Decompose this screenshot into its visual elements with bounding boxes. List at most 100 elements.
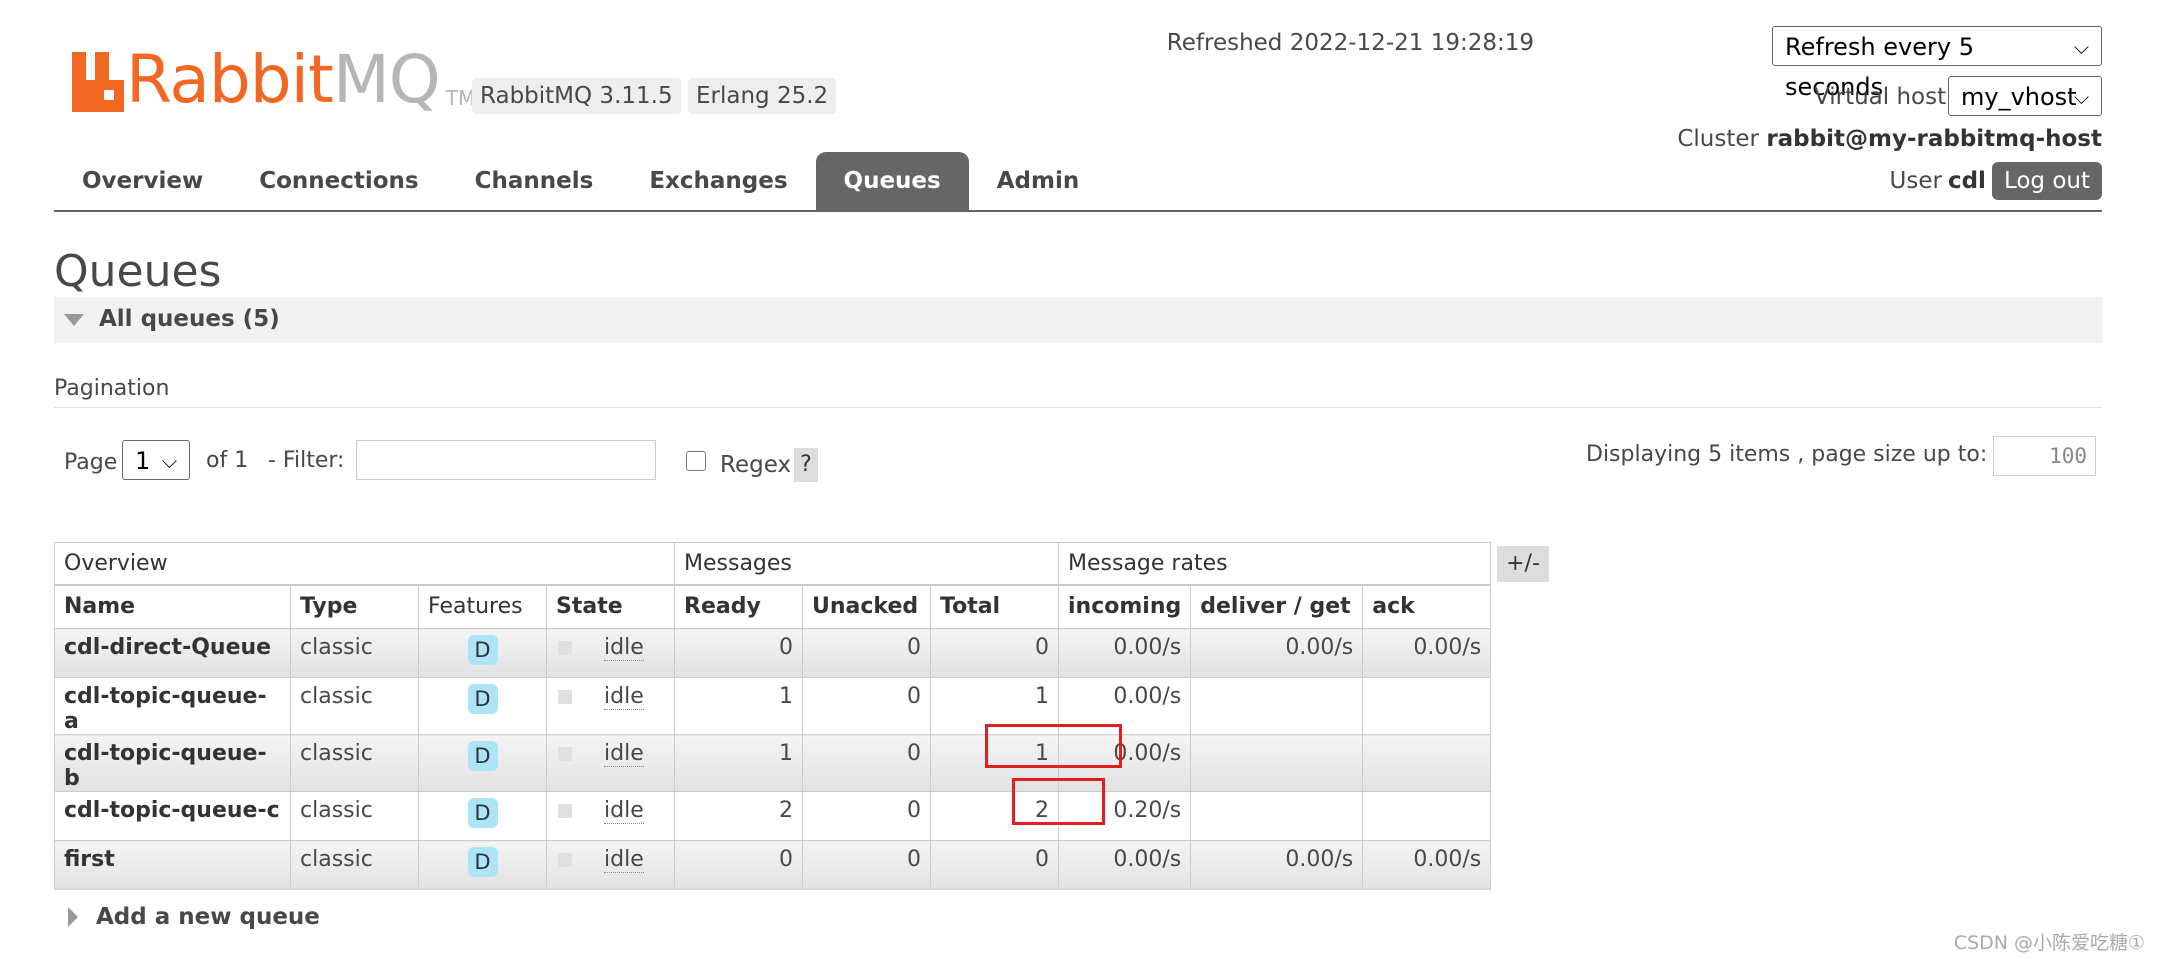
- refresh-interval-select[interactable]: Refresh every 5 seconds ⌵: [1772, 26, 2102, 101]
- filter-input[interactable]: [356, 440, 656, 480]
- state-cell: idle: [546, 677, 675, 735]
- queue-name-link[interactable]: cdl-topic-queue-c: [54, 791, 291, 841]
- tab-admin[interactable]: Admin: [969, 152, 1108, 210]
- queue-type: classic: [290, 677, 419, 735]
- regex-checkbox[interactable]: [686, 451, 706, 471]
- all-queues-section-toggle[interactable]: All queues (5): [54, 297, 2102, 343]
- display-count-text: Displaying 5 items , page size up to:: [1586, 442, 1988, 467]
- incoming-rate: 0.00/s: [1057, 840, 1192, 890]
- state-indicator-icon: [558, 853, 572, 867]
- unacked-count: 0: [802, 734, 931, 792]
- queue-name-link[interactable]: first: [54, 840, 291, 890]
- ack-rate: [1362, 677, 1492, 735]
- page-title: Queues: [54, 246, 222, 297]
- unacked-count: 0: [802, 840, 931, 890]
- virtual-host-label: Virtual host: [1814, 84, 1947, 110]
- chevron-down-icon: ⌵: [161, 449, 177, 473]
- durable-badge: D: [467, 798, 498, 828]
- queue-type: classic: [290, 791, 419, 841]
- deliver-get-rate: [1190, 734, 1364, 792]
- logo-wordmark: RabbitMQ: [126, 41, 441, 118]
- state-cell: idle: [546, 840, 675, 890]
- group-header-overview: Overview: [54, 542, 675, 585]
- queue-name-link[interactable]: cdl-topic-queue-b: [54, 734, 291, 792]
- column-header-ack[interactable]: ack: [1362, 583, 1492, 629]
- triangle-right-icon: [68, 907, 78, 927]
- state-indicator-icon: [558, 641, 572, 655]
- queue-type: classic: [290, 628, 419, 678]
- ack-rate: [1362, 734, 1492, 792]
- ready-count: 2: [674, 791, 803, 841]
- regex-label: Regex: [720, 452, 792, 478]
- queue-name-link[interactable]: cdl-direct-Queue: [54, 628, 291, 678]
- table-row: cdl-topic-queue-a classic D idle 1 0 1 0…: [54, 677, 1492, 735]
- pagination-divider: [54, 407, 2102, 408]
- logo-trademark: TM: [445, 86, 476, 110]
- durable-badge: D: [467, 684, 498, 714]
- column-header-state[interactable]: State: [546, 583, 675, 629]
- total-count: 0: [930, 840, 1059, 890]
- regex-help-button[interactable]: ?: [794, 448, 818, 482]
- deliver-get-rate: [1190, 677, 1364, 735]
- page-size-input[interactable]: 100: [1993, 436, 2096, 476]
- highlight-annotation-box: [985, 724, 1122, 768]
- tab-exchanges[interactable]: Exchanges: [621, 152, 815, 210]
- page-number-select[interactable]: 1 ⌵: [122, 440, 190, 480]
- state-indicator-icon: [558, 804, 572, 818]
- tabs-divider: [54, 210, 2102, 212]
- queues-table: Overview Messages Message rates Name Typ…: [54, 542, 1492, 890]
- group-header-messages: Messages: [674, 542, 1059, 585]
- page-count-label: of 1: [206, 448, 249, 473]
- highlight-annotation-box: [1012, 778, 1105, 825]
- rabbit-logo-icon: [72, 52, 124, 112]
- user-name: cdl: [1947, 168, 1986, 194]
- column-header-unacked[interactable]: Unacked: [802, 583, 931, 629]
- ready-count: 1: [674, 734, 803, 792]
- unacked-count: 0: [802, 628, 931, 678]
- table-row: cdl-direct-Queue classic D idle 0 0 0 0.…: [54, 628, 1492, 678]
- tab-channels[interactable]: Channels: [447, 152, 622, 210]
- toggle-columns-button[interactable]: +/-: [1497, 546, 1549, 582]
- state-label: idle: [604, 847, 644, 873]
- tab-connections[interactable]: Connections: [231, 152, 446, 210]
- logout-button[interactable]: Log out: [1991, 162, 2102, 200]
- ack-rate: 0.00/s: [1362, 628, 1492, 678]
- unacked-count: 0: [802, 791, 931, 841]
- unacked-count: 0: [802, 677, 931, 735]
- features-cell: D: [418, 840, 547, 890]
- state-label: idle: [604, 741, 644, 767]
- column-header-type[interactable]: Type: [290, 583, 419, 629]
- tab-overview[interactable]: Overview: [54, 152, 231, 210]
- pagination-label: Pagination: [54, 376, 170, 401]
- group-header-message-rates: Message rates: [1057, 542, 1492, 585]
- ready-count: 0: [674, 628, 803, 678]
- incoming-rate: 0.00/s: [1057, 628, 1192, 678]
- section-title: All queues (5): [99, 306, 280, 332]
- cluster-info: Cluster rabbit@my-rabbitmq-host: [1677, 126, 2102, 152]
- triangle-down-icon: [64, 314, 84, 326]
- filter-label: - Filter:: [268, 448, 345, 473]
- rabbitmq-logo: RabbitMQ TM: [72, 41, 476, 118]
- table-row: cdl-topic-queue-c classic D idle 2 0 2 0…: [54, 791, 1492, 841]
- state-label: idle: [604, 684, 644, 710]
- queue-name-link[interactable]: cdl-topic-queue-a: [54, 677, 291, 735]
- state-indicator-icon: [558, 747, 572, 761]
- column-header-incoming[interactable]: incoming: [1057, 583, 1192, 629]
- features-cell: D: [418, 734, 547, 792]
- page-number-value: 1: [135, 447, 151, 475]
- add-new-queue-toggle[interactable]: Add a new queue: [68, 904, 320, 930]
- column-header-ready[interactable]: Ready: [674, 583, 803, 629]
- column-header-name[interactable]: Name: [54, 583, 291, 629]
- state-cell: idle: [546, 791, 675, 841]
- column-header-total[interactable]: Total: [930, 583, 1059, 629]
- virtual-host-select[interactable]: my_vhost ⌵: [1948, 76, 2102, 116]
- features-cell: D: [418, 628, 547, 678]
- ready-count: 0: [674, 840, 803, 890]
- tab-queues[interactable]: Queues: [815, 152, 969, 210]
- column-header-deliver-get[interactable]: deliver / get: [1190, 583, 1364, 629]
- durable-badge: D: [467, 847, 498, 877]
- deliver-get-rate: 0.00/s: [1190, 628, 1364, 678]
- total-count: 0: [930, 628, 1059, 678]
- ready-count: 1: [674, 677, 803, 735]
- user-label: User: [1889, 168, 1942, 194]
